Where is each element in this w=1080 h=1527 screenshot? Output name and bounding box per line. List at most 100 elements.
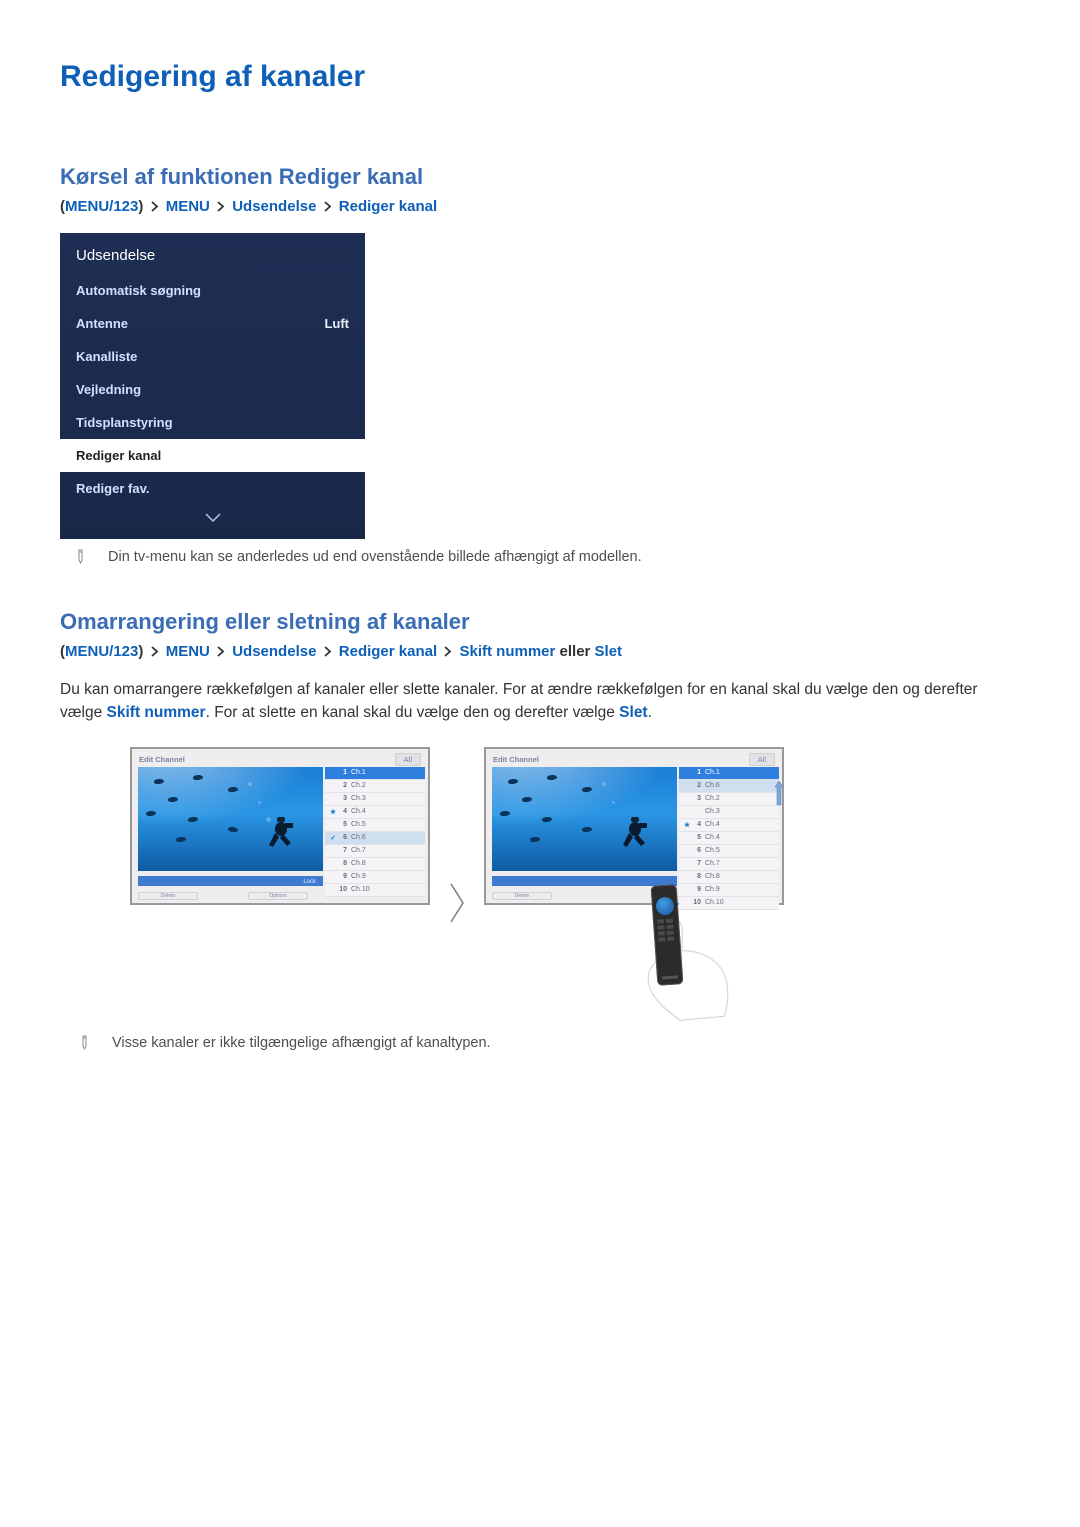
- preview-image: [492, 767, 677, 871]
- channel-name: Ch.4: [351, 808, 425, 815]
- channel-name: Ch.6: [351, 834, 425, 841]
- channel-name: Ch.10: [351, 886, 425, 893]
- menu-item-label: Rediger fav.: [76, 481, 149, 496]
- channel-row: 2Ch.2: [325, 780, 425, 793]
- channel-number: 1: [337, 769, 351, 776]
- bc2-rediger: Rediger kanal: [339, 643, 437, 660]
- tv-bezel: Edit Channel All: [484, 747, 784, 905]
- channel-row: 9Ch.9: [325, 871, 425, 884]
- channel-number: 5: [691, 834, 705, 841]
- channel-number: 6: [691, 847, 705, 854]
- channel-name: Ch.7: [705, 860, 779, 867]
- menu-item: Vejledning: [60, 373, 365, 406]
- menu-item: Antenne Luft: [60, 307, 365, 340]
- channel-number: 4: [337, 808, 351, 815]
- remote-hand-graphic: [484, 905, 784, 1015]
- channels-list-left: 1Ch.12Ch.23Ch.3★4Ch.45Ch.5✓6Ch.67Ch.78Ch…: [325, 767, 425, 897]
- channel-number: 6: [337, 834, 351, 841]
- menu-item-label: Vejledning: [76, 382, 141, 397]
- screen-tab: All: [749, 753, 775, 766]
- breadcrumb-1: (MENU/123) MENU Udsendelse Rediger kanal: [60, 198, 1020, 215]
- channel-mark: ✓: [329, 834, 337, 842]
- menu-title: Udsendelse: [60, 233, 365, 274]
- channels-list-right: 1Ch.12Ch.63Ch.2Ch.3★4Ch.45Ch.46Ch.57Ch.7…: [679, 767, 779, 910]
- lock-label: Lock: [303, 879, 316, 885]
- bc-rediger: Rediger kanal: [339, 198, 437, 215]
- paren-close: ): [138, 643, 143, 660]
- menu-item-label: Rediger kanal: [76, 448, 161, 463]
- channel-name: Ch.2: [351, 782, 425, 789]
- channel-number: 3: [337, 795, 351, 802]
- chevron-right-icon: [444, 644, 452, 661]
- menu-item: Tidsplanstyring: [60, 406, 365, 439]
- chevron-down-icon: [60, 505, 365, 539]
- note-2-text: Visse kanaler er ikke tilgængelige afhæn…: [112, 1035, 491, 1051]
- channel-mark: ★: [683, 821, 691, 829]
- channel-row: ✓6Ch.6: [325, 832, 425, 845]
- section2-heading: Omarrangering eller sletning af kanaler: [60, 609, 1020, 635]
- screen-title: Edit Channel: [139, 755, 185, 764]
- screen-title: Edit Channel: [493, 755, 539, 764]
- chevron-right-icon: [324, 199, 332, 216]
- move-arrow-icon: [774, 779, 784, 807]
- channel-number: 7: [337, 847, 351, 854]
- channel-number: 8: [337, 860, 351, 867]
- channel-number: 5: [337, 821, 351, 828]
- channel-row: 3Ch.2: [679, 793, 779, 806]
- bc-menu: MENU: [166, 198, 210, 215]
- para-ref-skift: Skift nummer: [107, 704, 206, 721]
- chevron-right-icon: [217, 199, 225, 216]
- note-2: Visse kanaler er ikke tilgængelige afhæn…: [78, 1035, 1020, 1055]
- delete-button: Delete: [492, 892, 552, 900]
- menu-item: Rediger kanal: [60, 439, 365, 472]
- channel-row: 5Ch.5: [325, 819, 425, 832]
- channel-name: Ch.2: [705, 795, 779, 802]
- menu-item-value: Luft: [324, 316, 349, 331]
- channel-row: ★4Ch.4: [679, 819, 779, 832]
- menu-item-label: Kanalliste: [76, 349, 137, 364]
- menu-item-label: Antenne: [76, 316, 128, 331]
- channel-name: Ch.3: [351, 795, 425, 802]
- channel-name: Ch.8: [705, 873, 779, 880]
- channel-row: 3Ch.3: [325, 793, 425, 806]
- channel-name: Ch.4: [705, 834, 779, 841]
- menu-item: Kanalliste: [60, 340, 365, 373]
- channel-name: Ch.1: [351, 769, 425, 776]
- para-ref-slet: Slet: [619, 704, 647, 721]
- channel-name: Ch.9: [705, 886, 779, 893]
- tv-bezel: Edit Channel All: [130, 747, 430, 905]
- bc2-udsendelse: Udsendelse: [232, 643, 316, 660]
- channel-number: 2: [691, 782, 705, 789]
- menu-item-label: Automatisk søgning: [76, 283, 201, 298]
- bc2-menu123: MENU/123: [65, 643, 138, 660]
- channel-row: Ch.3: [679, 806, 779, 819]
- channel-number: 3: [691, 795, 705, 802]
- channel-name: Ch.7: [351, 847, 425, 854]
- note-1: Din tv-menu kan se anderledes ud end ove…: [74, 549, 1020, 569]
- note-1-text: Din tv-menu kan se anderledes ud end ove…: [108, 549, 642, 565]
- para-mid: . For at slette en kanal skal du vælge d…: [206, 704, 620, 721]
- bc2-slet: Slet: [595, 643, 623, 660]
- menu-item: Rediger fav.: [60, 472, 365, 505]
- chevron-right-icon: [151, 199, 159, 216]
- channel-row: 7Ch.7: [325, 845, 425, 858]
- options-button: Options: [248, 892, 308, 900]
- channel-row: 1Ch.1: [679, 767, 779, 780]
- screen-left: Edit Channel All: [130, 747, 430, 905]
- channel-number: 9: [691, 886, 705, 893]
- bc2-menu: MENU: [166, 643, 210, 660]
- channel-number: 4: [691, 821, 705, 828]
- bc-udsendelse: Udsendelse: [232, 198, 316, 215]
- channel-row: 7Ch.7: [679, 858, 779, 871]
- screen-right: Edit Channel All: [484, 747, 784, 1015]
- channel-number: 2: [337, 782, 351, 789]
- channel-row: 8Ch.8: [679, 871, 779, 884]
- delete-button: Delete: [138, 892, 198, 900]
- bc2-skift: Skift nummer: [459, 643, 555, 660]
- bc2-eller: eller: [560, 643, 595, 660]
- bc-menu123: MENU/123: [65, 198, 138, 215]
- diver-graphic: [261, 809, 305, 853]
- chevron-right-icon: [324, 644, 332, 661]
- chevron-right-icon: [217, 644, 225, 661]
- menu-item: Automatisk søgning: [60, 274, 365, 307]
